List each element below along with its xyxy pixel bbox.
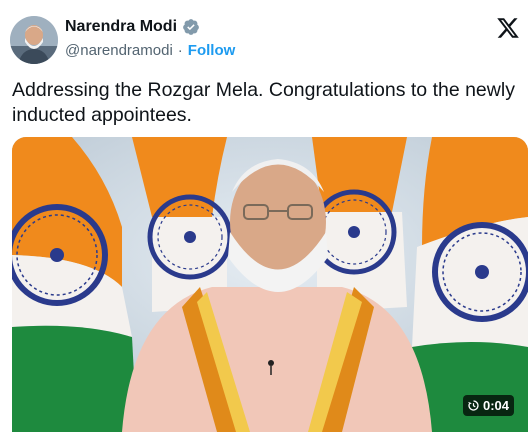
follow-button[interactable]: Follow — [188, 42, 236, 59]
video-duration-badge: 0:04 — [462, 395, 514, 416]
x-logo-icon[interactable] — [496, 16, 520, 40]
author-handle[interactable]: @narendramodi — [65, 42, 173, 59]
tweet-card: Narendra Modi @narendramodi · Follow Add… — [0, 0, 528, 432]
author-name[interactable]: Narendra Modi — [65, 18, 177, 36]
video-frame — [12, 137, 528, 432]
tweet-header: Narendra Modi @narendramodi · Follow — [10, 12, 520, 64]
handle-row: @narendramodi · Follow — [65, 42, 235, 59]
tweet-text: Addressing the Rozgar Mela. Congratulati… — [12, 79, 515, 126]
flag-center-right — [311, 137, 407, 312]
verified-badge-icon — [182, 18, 200, 36]
video-player[interactable]: 0:04 — [12, 137, 528, 432]
separator-dot: · — [177, 42, 183, 59]
video-duration: 0:04 — [482, 398, 509, 413]
author-name-row: Narendra Modi — [65, 18, 200, 36]
avatar[interactable] — [10, 16, 58, 64]
replay-timer-icon — [468, 400, 479, 411]
